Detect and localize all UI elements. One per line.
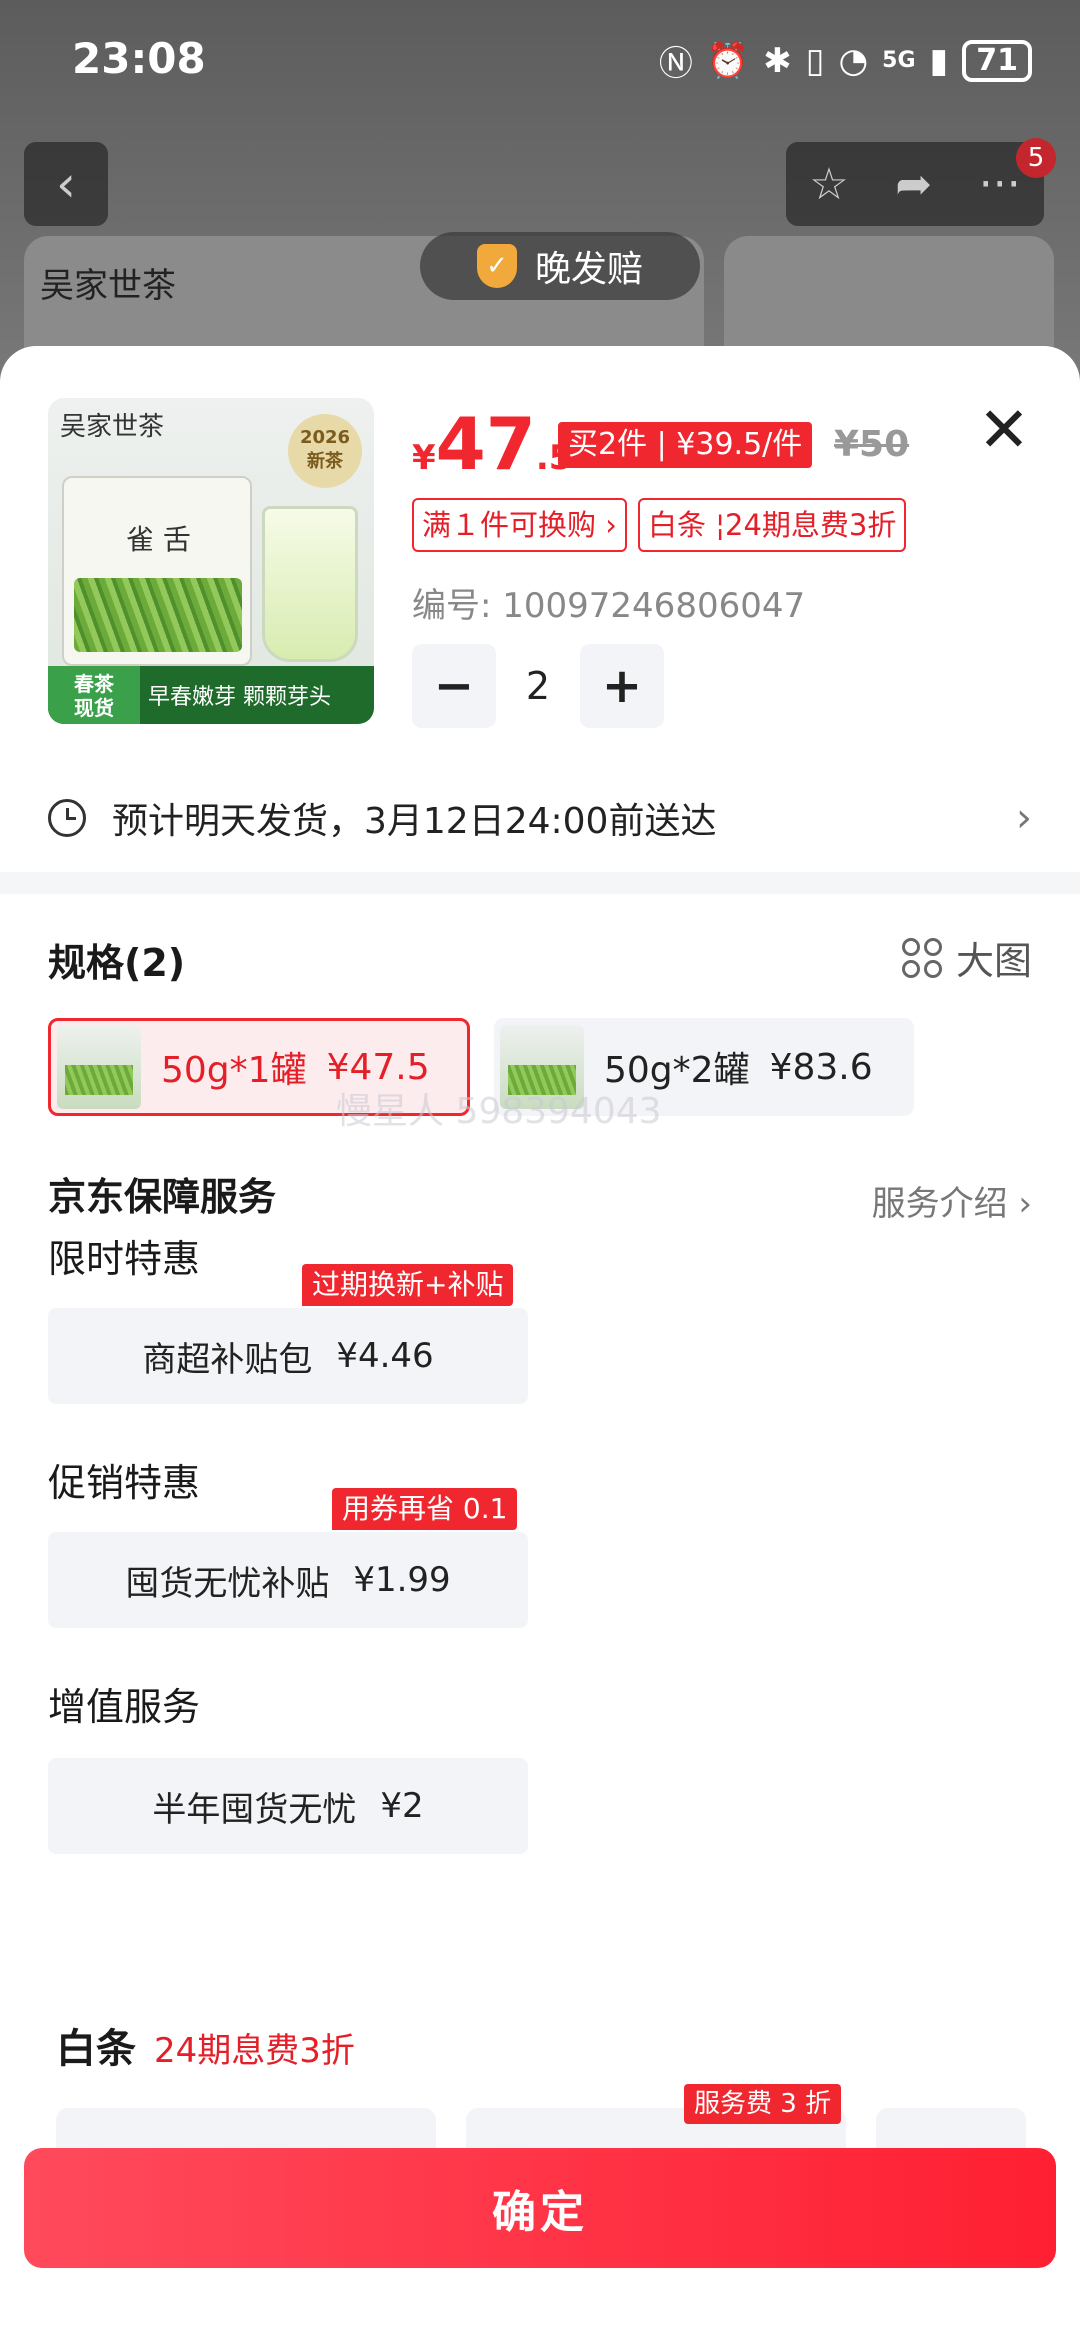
service-name: 囤货无忧补贴 (125, 1563, 330, 1604)
spec-label: 50g*1罐 (161, 1050, 307, 1091)
service-intro-link[interactable]: 服务介绍 › (872, 1176, 1032, 1225)
can-label: 雀 舌 (126, 523, 191, 556)
thumb-banner: 春茶 现货 早春嫩芽 颗颗芽头 (48, 666, 374, 724)
increase-button[interactable]: + (580, 644, 664, 728)
nfc-icon: Ⓝ (658, 44, 693, 84)
guarantee-title: 京东保障服务 (48, 1175, 277, 1219)
late-compensation-label: 晚发赔 (534, 249, 643, 290)
service-tag: 过期换新+补贴 (302, 1264, 514, 1306)
service-price: ¥1.99 (353, 1560, 451, 1600)
thumb-slogan: 早春嫩芽 颗颗芽头 (148, 685, 331, 710)
product-image[interactable]: 吴家世茶 2026 新茶 雀 舌 春茶 现货 早春嫩芽 颗颗芽头 (48, 398, 374, 724)
signal-icon: ▮ (929, 40, 949, 81)
decrease-button[interactable]: − (412, 644, 496, 728)
price: ¥ 47 .5 (412, 408, 572, 480)
top-actions: ☆ ➦ ··· (786, 142, 1044, 226)
thumb-new-tea: 新茶 (307, 451, 343, 472)
alarm-icon: ⏰ (706, 40, 750, 81)
spec-thumbnail (57, 1025, 141, 1109)
shield-check-icon: ✓ (476, 244, 517, 288)
spec-title: 规格(2) (48, 941, 186, 985)
quantity-value[interactable]: 2 (496, 664, 580, 708)
wifi-icon: ◔ (838, 40, 869, 81)
bundle-price-badge: 买2件 | ¥39.5/件 (558, 422, 813, 468)
status-bar: 23:08 Ⓝ ⏰ ✱ ▯ ◔ 5G ▮ 71 (0, 0, 1080, 120)
baitiao-section-header: 白条 24期息费3折 (56, 2016, 355, 2074)
thumb-year: 2026 (299, 427, 351, 448)
close-icon[interactable]: ✕ (976, 399, 1032, 461)
confirm-button[interactable]: 确定 (24, 2148, 1056, 2268)
back-icon[interactable]: ‹ (24, 142, 108, 226)
thumb-brand: 吴家世茶 (60, 412, 165, 442)
baitiao-promo-tag[interactable]: 白条 ¦24期息费3折 (638, 498, 907, 552)
service-tag: 用券再省 0.1 (332, 1488, 518, 1530)
service-price: ¥4.46 (336, 1336, 434, 1376)
delivery-row[interactable]: 预计明天发货，3月12日24:00前送达 › (48, 786, 1032, 850)
service-name: 半年囤货无忧 (152, 1789, 357, 1830)
thumb-tag-line1: 春茶 (74, 672, 114, 696)
price-integer: 47 (435, 402, 536, 486)
late-compensation-pill: ✓ 晚发赔 (420, 232, 700, 300)
bluetooth-icon: ✱ (763, 40, 792, 81)
baitiao-subtitle: 24期息费3折 (154, 2031, 355, 2071)
big-view-button[interactable]: 大图 (901, 930, 1032, 985)
product-code: 编号: 10097246806047 (412, 586, 806, 626)
service-option[interactable]: 商超补贴包 ¥4.46 (48, 1308, 528, 1404)
clock-icon (48, 799, 86, 837)
section-divider (0, 872, 1080, 894)
status-time: 23:08 (72, 34, 206, 83)
group-title: 限时特惠 (48, 1237, 201, 1281)
price-currency: ¥ (412, 438, 436, 478)
tea-leaves-graphic (74, 578, 242, 652)
more-icon[interactable]: ··· (979, 159, 1021, 210)
network-type: 5G (882, 48, 916, 73)
service-price: ¥2 (380, 1786, 424, 1826)
spec-price: ¥83.6 (769, 1046, 873, 1088)
thumb-spring-tag: 春茶 现货 (48, 666, 140, 724)
star-icon[interactable]: ☆ (809, 159, 848, 210)
cart-badge: 5 (1016, 138, 1056, 178)
battery-icon: 71 (962, 39, 1032, 82)
big-view-label: 大图 (955, 939, 1032, 983)
baitiao-title: 白条 (56, 2026, 136, 2072)
thumb-year-badge: 2026 新茶 (288, 414, 362, 488)
tea-can-graphic: 雀 舌 (62, 476, 252, 666)
status-icons: Ⓝ ⏰ ✱ ▯ ◔ 5G ▮ 71 (659, 36, 1032, 85)
service-option[interactable]: 半年囤货无忧 ¥2 (48, 1758, 528, 1854)
baitiao-tag: 服务费 3 折 (684, 2084, 842, 2124)
quantity-stepper: − 2 + (412, 644, 664, 728)
thumb-tag-line2: 现货 (74, 696, 114, 720)
chevron-right-icon: › (1016, 795, 1032, 841)
service-name: 商超补贴包 (142, 1339, 313, 1380)
delivery-text: 预计明天发货，3月12日24:00前送达 (112, 801, 717, 842)
grid-icon (901, 937, 942, 978)
background-brand: 吴家世茶 (40, 266, 176, 306)
tea-glass-graphic (262, 506, 358, 662)
group-title: 增值服务 (48, 1685, 201, 1729)
exchange-promo-tag[interactable]: 满１件可换购 › (412, 498, 627, 552)
service-option[interactable]: 囤货无忧补贴 ¥1.99 (48, 1532, 528, 1628)
watermark: 慢星人 598394043 (336, 1091, 662, 1132)
original-price: ¥50 (834, 424, 910, 465)
vibrate-icon: ▯ (805, 40, 825, 81)
share-icon[interactable]: ➦ (895, 159, 932, 210)
group-title: 促销特惠 (48, 1461, 201, 1505)
